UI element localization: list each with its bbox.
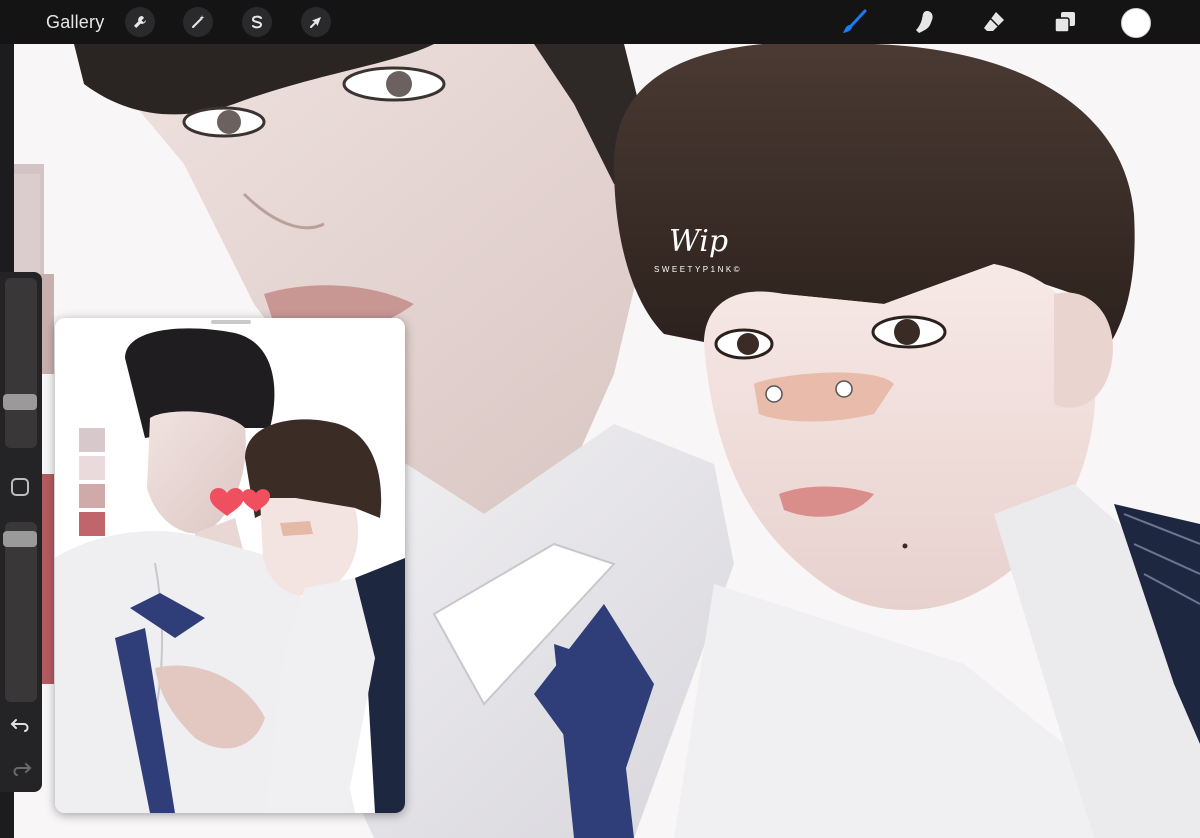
reference-drag-handle[interactable]	[211, 320, 251, 324]
layers-icon[interactable]	[1051, 8, 1079, 36]
reference-palette-chip-1	[79, 428, 105, 452]
top-toolbar: Gallery	[0, 0, 1200, 44]
brush-size-thumb[interactable]	[3, 394, 37, 410]
watermark-title: Wip	[669, 224, 729, 259]
wrench-icon[interactable]	[125, 7, 155, 37]
reference-palette-chip-3	[79, 484, 105, 508]
reference-palette-chip-2	[79, 456, 105, 480]
reference-window[interactable]	[55, 318, 405, 813]
square-modifier-icon[interactable]	[11, 478, 29, 496]
undo-arrow-icon[interactable]	[9, 712, 33, 736]
eraser-icon[interactable]	[980, 8, 1008, 36]
color-picker-swatch[interactable]	[1121, 8, 1151, 38]
redo-arrow-icon[interactable]	[9, 756, 33, 780]
gallery-button[interactable]: Gallery	[46, 12, 104, 33]
arrow-cursor-icon[interactable]	[301, 7, 331, 37]
magic-wand-icon[interactable]	[183, 7, 213, 37]
brush-size-slider[interactable]	[5, 278, 37, 448]
smudge-finger-icon[interactable]	[911, 8, 939, 36]
selection-s-icon[interactable]	[242, 7, 272, 37]
opacity-slider[interactable]	[5, 522, 37, 702]
brush-icon[interactable]	[840, 8, 868, 36]
reference-palette-chip-4	[79, 512, 105, 536]
reference-image	[55, 318, 405, 813]
watermark-subtitle: SWEETYP1NK©	[654, 265, 743, 274]
opacity-thumb[interactable]	[3, 531, 37, 547]
left-sidebar	[0, 272, 42, 792]
